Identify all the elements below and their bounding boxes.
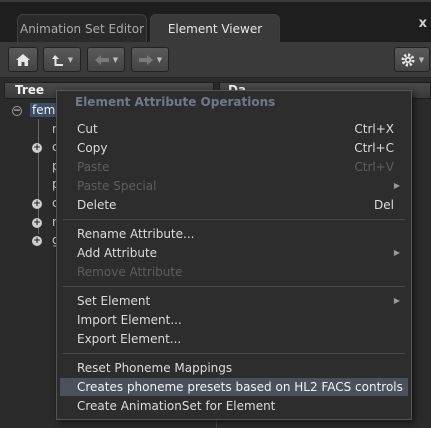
chevron-down-icon: ▼ bbox=[67, 55, 74, 64]
toolbar: ▼ ▼ ▼ ▼ bbox=[0, 42, 431, 78]
menu-item-add-attribute[interactable]: Add Attribute ▶ bbox=[60, 244, 408, 262]
menu-item-copy[interactable]: Copy Ctrl+C bbox=[60, 139, 408, 157]
menu-separator bbox=[63, 353, 405, 354]
tab-strip: Animation Set Editor Element Viewer x bbox=[0, 0, 431, 42]
menu-item-label: Rename Attribute... bbox=[77, 227, 195, 241]
menu-item-label: Set Element bbox=[77, 294, 151, 308]
home-button[interactable] bbox=[8, 47, 38, 72]
home-icon bbox=[16, 53, 30, 66]
close-icon[interactable]: x bbox=[419, 16, 427, 31]
menu-item-create-animation-set[interactable]: Create AnimationSet for Element bbox=[60, 397, 408, 415]
menu-item-create-phoneme-presets[interactable]: Creates phoneme presets based on HL2 FAC… bbox=[60, 378, 408, 396]
gear-icon bbox=[401, 53, 415, 66]
menu-item-label: Remove Attribute bbox=[77, 265, 183, 279]
menu-item-paste-special[interactable]: Paste Special ▶ bbox=[60, 177, 408, 195]
menu-item-export-element[interactable]: Export Element... bbox=[60, 330, 408, 348]
back-arrow-icon bbox=[94, 54, 109, 65]
up-button[interactable]: ▼ bbox=[43, 47, 81, 72]
menu-item-label: Export Element... bbox=[77, 332, 182, 346]
menu-item-label: Delete bbox=[77, 198, 117, 212]
tab-animation-set-editor[interactable]: Animation Set Editor bbox=[17, 14, 147, 42]
chevron-down-icon: ▼ bbox=[156, 55, 163, 64]
menu-item-label: Cut bbox=[77, 122, 98, 136]
expand-icon[interactable]: + bbox=[32, 218, 42, 228]
menu-item-label: Paste Special bbox=[77, 179, 157, 193]
context-menu: Element Attribute Operations Cut Ctrl+X … bbox=[56, 90, 412, 420]
menu-item-set-element[interactable]: Set Element ▶ bbox=[60, 292, 408, 310]
menu-item-label: Paste bbox=[77, 160, 110, 174]
chevron-down-icon: ▼ bbox=[112, 55, 119, 64]
menu-item-label: Add Attribute bbox=[77, 246, 158, 260]
menu-item-label: Creates phoneme presets based on HL2 FAC… bbox=[77, 380, 403, 394]
submenu-arrow-icon: ▶ bbox=[393, 248, 400, 257]
menu-item-paste[interactable]: Paste Ctrl+V bbox=[60, 158, 408, 176]
menu-item-label: Reset Phoneme Mappings bbox=[77, 361, 233, 375]
shortcut-label: Del bbox=[374, 198, 394, 212]
menu-item-label: Import Element... bbox=[77, 313, 182, 327]
menu-item-import-element[interactable]: Import Element... bbox=[60, 311, 408, 329]
shortcut-label: Ctrl+C bbox=[354, 141, 394, 155]
collapse-icon[interactable]: − bbox=[12, 106, 22, 116]
menu-title: Element Attribute Operations bbox=[75, 95, 276, 109]
shortcut-label: Ctrl+V bbox=[354, 160, 394, 174]
shortcut-label: Ctrl+X bbox=[354, 122, 394, 136]
menu-item-remove-attribute[interactable]: Remove Attribute bbox=[60, 263, 408, 281]
menu-item-label: Copy bbox=[77, 141, 108, 155]
expand-icon[interactable]: + bbox=[32, 199, 42, 209]
menu-item-reset-phoneme-mappings[interactable]: Reset Phoneme Mappings bbox=[60, 359, 408, 377]
chevron-down-icon: ▼ bbox=[418, 55, 425, 64]
top-border bbox=[0, 0, 431, 2]
menu-item-delete[interactable]: Delete Del bbox=[60, 196, 408, 214]
submenu-arrow-icon: ▶ bbox=[393, 181, 400, 190]
back-button[interactable]: ▼ bbox=[87, 47, 125, 72]
forward-button[interactable]: ▼ bbox=[131, 47, 169, 72]
expand-icon[interactable]: + bbox=[32, 236, 42, 246]
menu-item-cut[interactable]: Cut Ctrl+X bbox=[60, 120, 408, 138]
settings-button[interactable]: ▼ bbox=[394, 47, 430, 72]
expand-icon[interactable]: + bbox=[32, 143, 42, 153]
up-arrow-icon bbox=[51, 54, 63, 66]
menu-item-rename-attribute[interactable]: Rename Attribute... bbox=[60, 225, 408, 243]
submenu-arrow-icon: ▶ bbox=[393, 296, 400, 305]
menu-separator bbox=[63, 219, 405, 220]
tree-guide-line bbox=[38, 119, 39, 234]
menu-separator bbox=[63, 286, 405, 287]
forward-arrow-icon bbox=[138, 54, 153, 65]
tab-element-viewer[interactable]: Element Viewer bbox=[150, 14, 280, 42]
menu-item-label: Create AnimationSet for Element bbox=[77, 399, 276, 413]
